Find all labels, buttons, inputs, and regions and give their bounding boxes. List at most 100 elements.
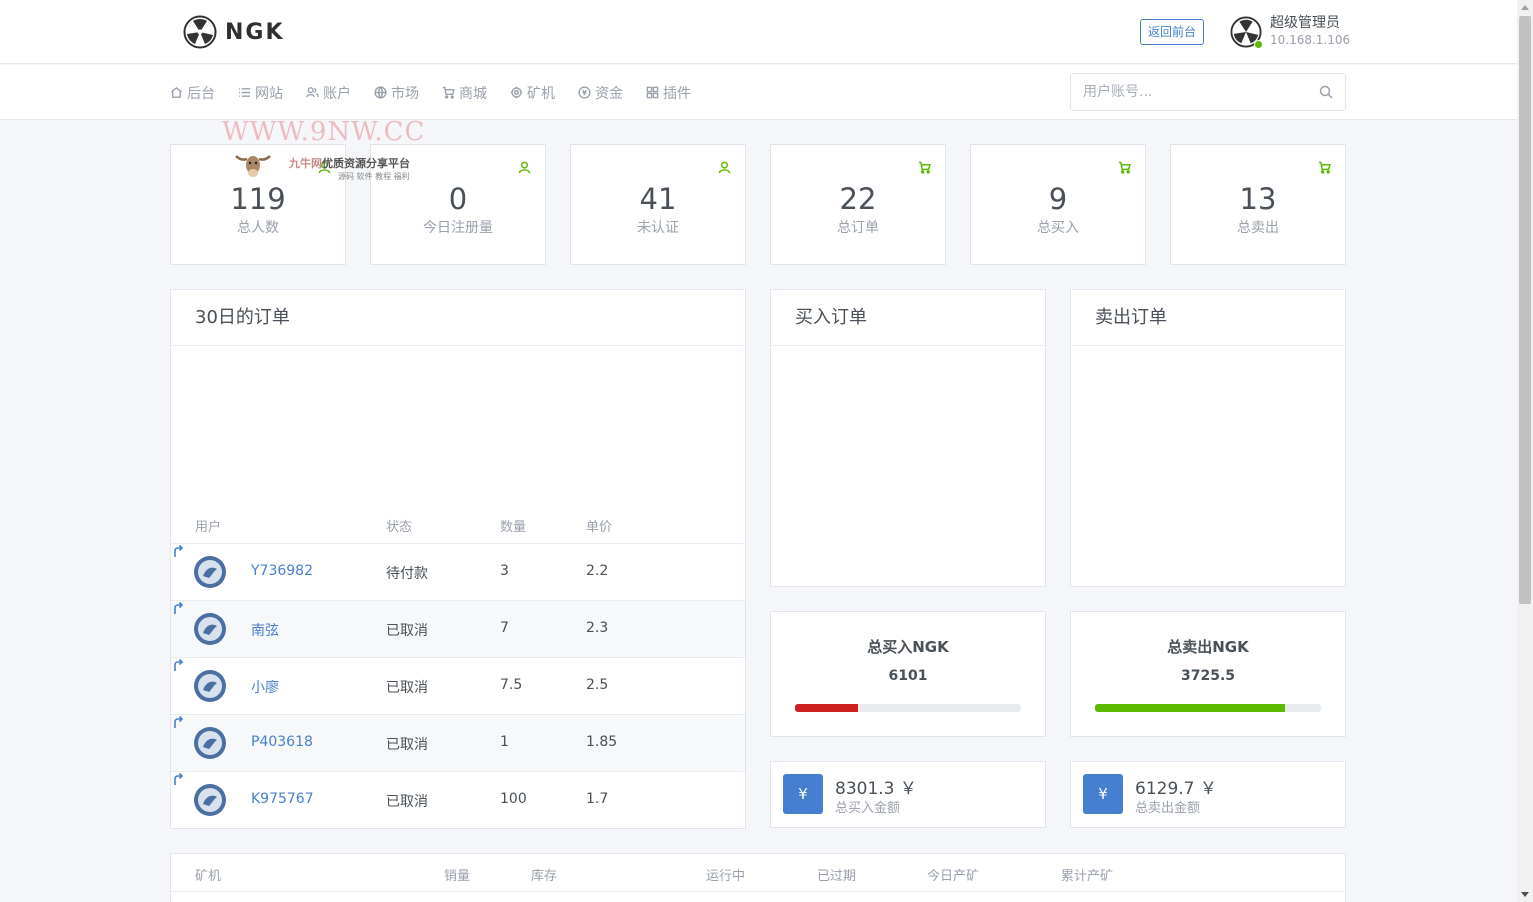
table-row: P403618 已取消 1 1.85 (171, 714, 745, 771)
nav-item-shop[interactable]: 商城 (442, 83, 487, 103)
search-icon[interactable] (1319, 85, 1333, 99)
stat-value: 0 (448, 182, 468, 216)
table-row: 南弦 已取消 7 2.3 (171, 600, 745, 657)
order-user-link[interactable]: 南弦 (251, 620, 279, 640)
user-menu[interactable]: 超级管理员 10.168.1.106 (1230, 15, 1351, 49)
cart-icon (918, 161, 931, 174)
nav-item-funds[interactable]: 资金 (578, 83, 623, 103)
order-price: 2.2 (586, 563, 609, 579)
stat-card-total-orders: 22 总订单 (770, 144, 946, 265)
order-user-link[interactable]: P403618 (251, 734, 313, 750)
orders-table-header: 用户 状态 数量 单价 (171, 516, 745, 543)
stat-value: 22 (839, 182, 877, 216)
order-status: 已取消 (386, 680, 428, 696)
watermark-title-text: 优质资源分享平台 (322, 157, 410, 170)
order-user-link[interactable]: 小廖 (251, 677, 279, 697)
recent-orders-card: 30日的订单 用户 状态 数量 单价 Y736982 待付款 3 2.2 南弦 … (170, 289, 746, 829)
column-header-running: 运行中 (706, 869, 746, 884)
scrollbar-thumb[interactable] (1519, 16, 1531, 604)
stat-value: 13 (1239, 182, 1277, 216)
cart-icon (442, 86, 455, 99)
column-header-total-output: 累计产矿 (1061, 869, 1114, 884)
order-status: 待付款 (386, 566, 428, 582)
nav-item-plugins[interactable]: 插件 (646, 83, 691, 103)
order-qty: 100 (500, 791, 527, 807)
avatar (1230, 15, 1263, 49)
users-icon (306, 87, 319, 98)
progress-fill (1095, 704, 1285, 712)
stat-label: 总卖出 (1237, 220, 1279, 236)
page-scrollbar[interactable] (1517, 0, 1533, 902)
user-search (1070, 73, 1346, 111)
miners-table-card: 矿机 销量 库存 运行中 已过期 今日产矿 累计产矿 (170, 853, 1346, 902)
column-header-user: 用户 (195, 520, 222, 535)
cow-logo-icon (235, 155, 271, 177)
order-qty: 1 (500, 734, 509, 750)
scroll-up-arrow-icon[interactable] (1521, 5, 1529, 10)
nav-item-accounts[interactable]: 账户 (306, 83, 351, 103)
share-arrow-icon[interactable] (171, 601, 185, 615)
watermark-subtitle: 源码 软件 教程 福利 (338, 172, 410, 181)
stat-label: 今日注册量 (423, 220, 493, 236)
back-to-frontend-button[interactable]: 返回前台 (1140, 19, 1205, 45)
order-price: 2.3 (586, 620, 609, 636)
share-arrow-icon[interactable] (171, 658, 185, 672)
user-ip: 10.168.1.106 (1270, 33, 1351, 47)
cart-icon (1118, 161, 1131, 174)
table-row: K975767 已取消 100 1.7 (171, 771, 745, 828)
amount-value: 6129.7 ￥ (1135, 779, 1217, 799)
card-title: 买入订单 (771, 290, 1045, 346)
stat-card-total-buy: 9 总买入 (970, 144, 1146, 265)
nav-item-website[interactable]: 网站 (238, 83, 283, 103)
nav-item-miners[interactable]: 矿机 (510, 83, 555, 103)
order-status: 已取消 (386, 794, 428, 810)
user-name: 超级管理员 (1270, 15, 1340, 31)
stat-value: 119 (230, 182, 286, 216)
search-input[interactable] (1083, 74, 1313, 110)
logo[interactable]: NGK (183, 15, 285, 49)
scroll-down-arrow-icon[interactable] (1521, 892, 1529, 897)
share-arrow-icon[interactable] (171, 544, 185, 558)
order-qty: 7.5 (500, 677, 523, 693)
order-qty: 7 (500, 620, 509, 636)
globe-icon (374, 86, 387, 99)
ngk-logo-icon (183, 15, 217, 49)
top-header: NGK 返回前台 超级管理员 10.168.1.106 (0, 0, 1517, 64)
share-arrow-icon[interactable] (171, 772, 185, 786)
stat-card-unverified: 41 未认证 (570, 144, 746, 265)
total-value: 6101 (888, 668, 928, 684)
total-sell-amount-card: ¥ 6129.7 ￥ 总卖出金额 (1070, 761, 1346, 828)
grid-icon (646, 86, 659, 99)
watermark-prefix: 九牛网 (289, 157, 322, 170)
order-user-link[interactable]: Y736982 (251, 563, 313, 579)
column-header-miner: 矿机 (195, 869, 222, 884)
order-price: 1.85 (586, 734, 618, 750)
yuan-icon: ¥ (783, 774, 823, 814)
stat-label: 总买入 (1037, 220, 1079, 236)
nav-label: 账户 (323, 85, 351, 102)
sell-orders-card: 卖出订单 (1070, 289, 1346, 587)
nav-label: 矿机 (527, 85, 555, 102)
gear-icon (510, 86, 523, 99)
logo-text: NGK (225, 19, 285, 45)
share-arrow-icon[interactable] (171, 715, 185, 729)
watermark-url: WWW.9NW.CC (222, 117, 426, 147)
user-icon (518, 161, 531, 174)
column-header-stock: 库存 (531, 869, 558, 884)
order-user-link[interactable]: K975767 (251, 791, 314, 807)
stat-value: 9 (1048, 182, 1068, 216)
nav-label: 商城 (459, 85, 487, 102)
total-value: 3725.5 (1180, 668, 1236, 684)
column-header-expired: 已过期 (817, 869, 857, 884)
nav-item-market[interactable]: 市场 (374, 83, 419, 103)
user-icon (718, 161, 731, 174)
card-title: 30日的订单 (171, 290, 745, 346)
nav-item-dashboard[interactable]: 后台 (170, 83, 215, 103)
user-avatar-icon (194, 613, 226, 645)
order-qty: 3 (500, 563, 509, 579)
order-price: 2.5 (586, 677, 609, 693)
total-buy-amount-card: ¥ 8301.3 ￥ 总买入金额 (770, 761, 1046, 828)
column-header-sales: 销量 (444, 869, 471, 884)
table-row: 小廖 已取消 7.5 2.5 (171, 657, 745, 714)
amount-label: 总买入金额 (835, 801, 901, 816)
